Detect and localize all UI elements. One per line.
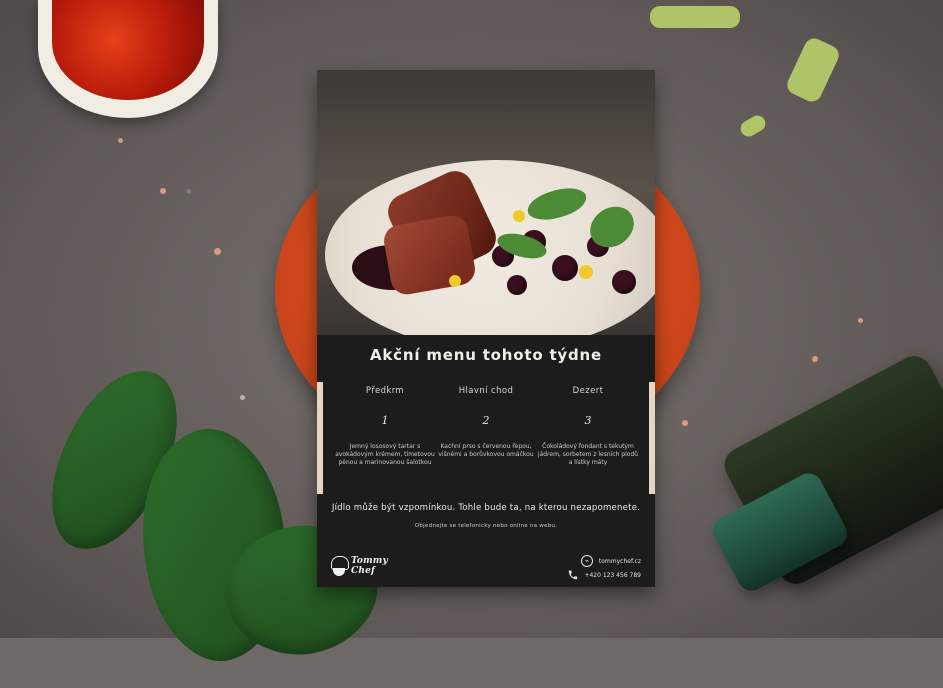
brand-name-line2: Chef (351, 566, 376, 576)
course-description: Jemný lososový tartar s avokádovým kréme… (335, 443, 435, 466)
menu-photo (317, 70, 655, 335)
course-description: Čokoládový fondant s tekutým jádrem, sor… (537, 443, 639, 466)
contact-info: ⌁ tommychef.cz +420 123 456 789 (521, 554, 641, 582)
course-number: 2 (482, 414, 490, 427)
salt-speck (812, 356, 818, 362)
pasta-garnish (650, 6, 740, 28)
phone-row: +420 123 456 789 (521, 568, 641, 582)
chef-face-icon (333, 568, 345, 576)
website-text: tommychef.cz (598, 557, 641, 565)
course-3: Dezert 3 Čokoládový fondant s tekutým já… (536, 382, 640, 467)
beet-piece (507, 275, 527, 295)
course-1: Předkrm 1 Jemný lososový tartar s avokád… (333, 382, 437, 467)
salt-speck (682, 420, 688, 426)
menu-edge-bar-left (317, 382, 323, 494)
edible-flower (513, 210, 525, 222)
beet-piece (552, 255, 578, 281)
globe-icon: ⌁ (580, 555, 593, 567)
menu-tagline: Jídlo může být vzpomínkou. Tohle bude ta… (331, 503, 641, 513)
beet-piece (612, 270, 636, 294)
salt-speck (118, 138, 123, 143)
website-row: ⌁ tommychef.cz (521, 554, 641, 568)
salt-speck (214, 248, 221, 255)
order-note: Objednejte se telefonicky nebo online na… (414, 523, 558, 529)
brand-logo: Tommy Chef (331, 554, 391, 582)
duck-breast-slice (381, 213, 478, 297)
menu-title: Akční menu tohoto týdne (370, 346, 602, 364)
course-label: Dezert (572, 386, 604, 396)
edible-flower (579, 265, 593, 279)
course-label: Hlavní chod (458, 386, 514, 396)
salt-speck (858, 318, 863, 323)
brand-name-line1: Tommy (351, 556, 388, 566)
course-description: Kachní prso s červenou řepou, višněmi a … (438, 443, 534, 458)
courses-section: Předkrm 1 Jemný lososový tartar s avokád… (317, 382, 655, 498)
course-label: Předkrm (365, 386, 405, 396)
phone-text: +420 123 456 789 (584, 571, 641, 579)
menu-edge-bar-right (649, 382, 655, 494)
salt-speck (160, 188, 166, 194)
course-number: 1 (381, 414, 389, 427)
phone-icon (569, 570, 578, 580)
salt-speck (240, 395, 245, 400)
menu-card: Akční menu tohoto týdne Předkrm 1 Jemný … (317, 70, 655, 587)
course-number: 3 (584, 414, 592, 427)
edible-flower (449, 275, 461, 287)
course-2: Hlavní chod 2 Kachní prso s červenou řep… (434, 382, 538, 459)
